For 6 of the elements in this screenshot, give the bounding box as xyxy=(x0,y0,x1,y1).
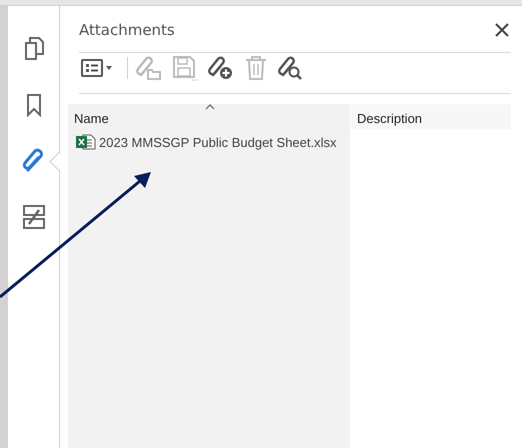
spreadsheet-file-icon xyxy=(76,134,96,150)
column-header[interactable]: Name xyxy=(68,104,350,129)
column-header[interactable]: Description xyxy=(351,104,511,129)
panel-title: Attachments xyxy=(79,21,175,39)
close-icon[interactable] xyxy=(493,21,511,39)
attachment-item[interactable]: 2023 MMSSGP Public Budget Sheet.xlsx xyxy=(68,129,350,150)
